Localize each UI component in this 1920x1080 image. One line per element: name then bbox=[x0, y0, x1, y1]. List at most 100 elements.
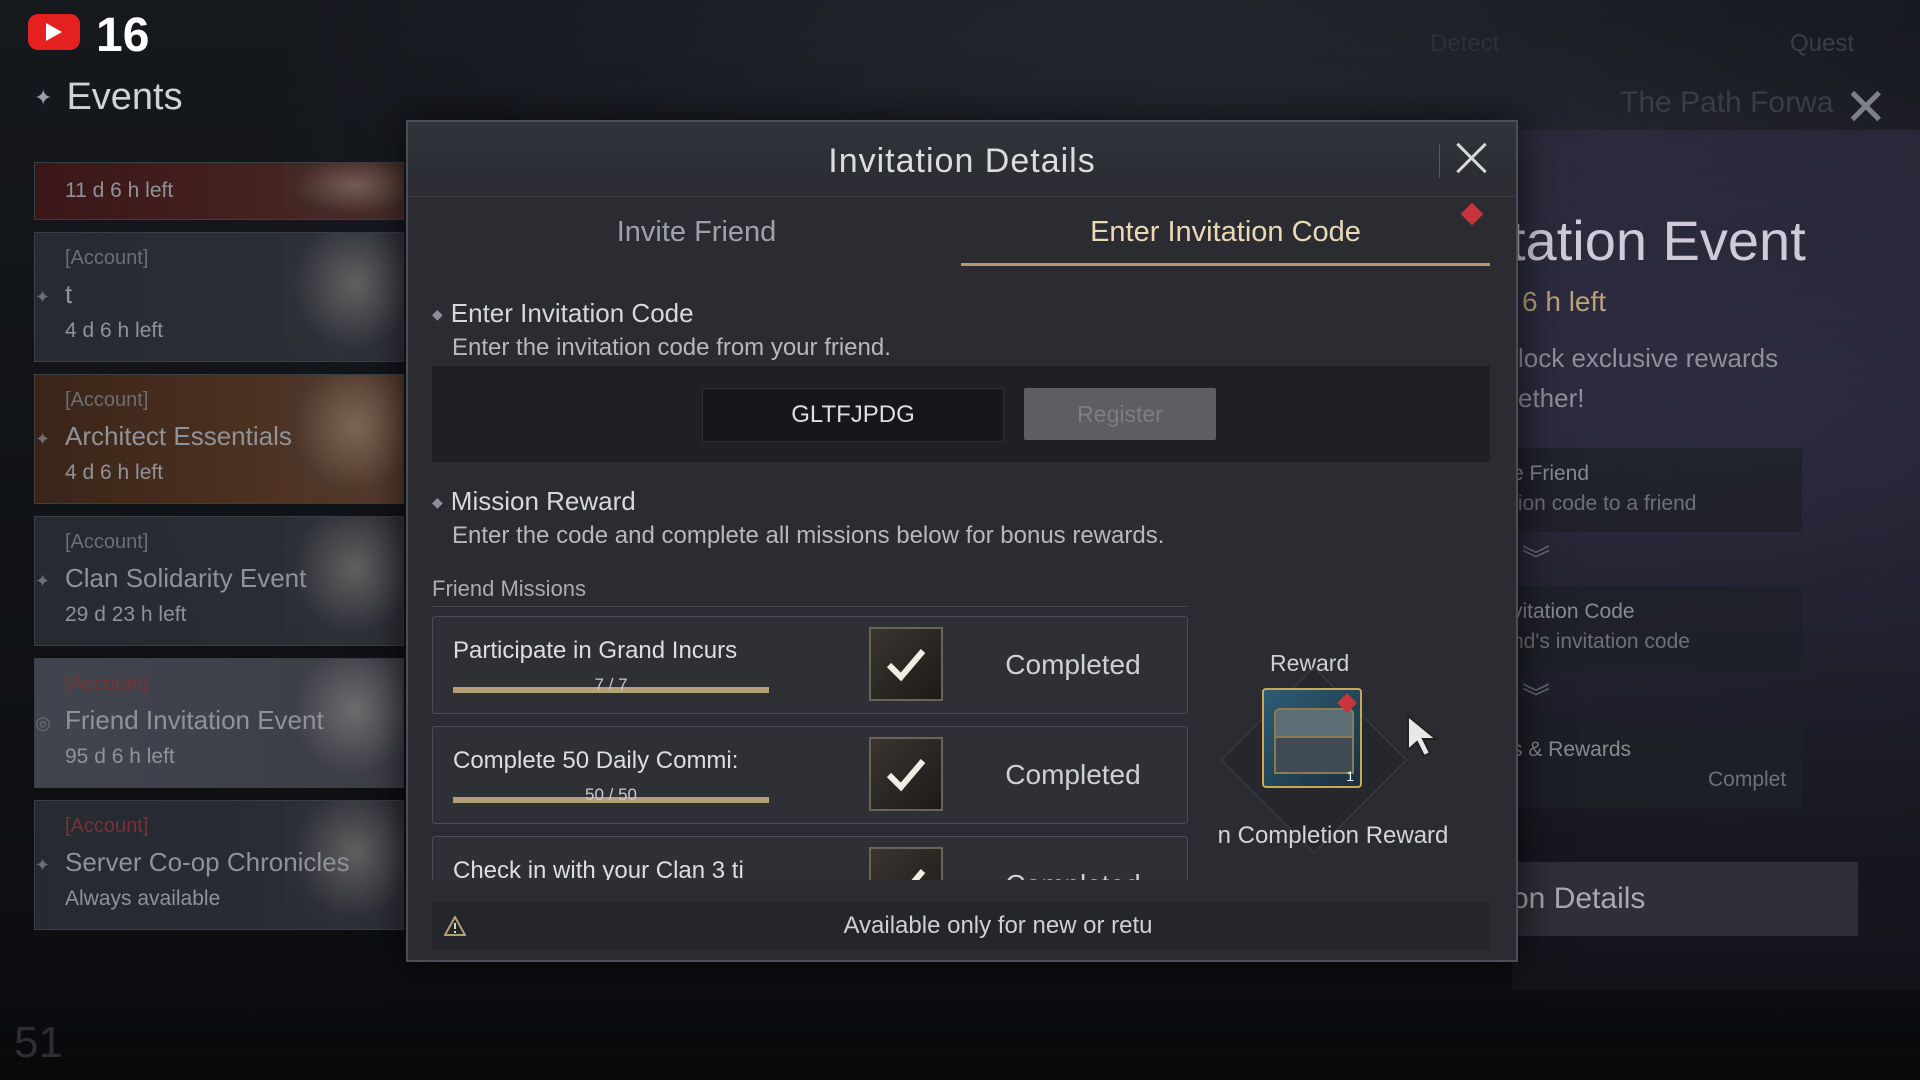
event-card[interactable]: ✦ [Account] Architect Essentials 4 d 6 h… bbox=[34, 374, 404, 504]
mission-status: Completed bbox=[1005, 649, 1141, 680]
mission-progress-text: 50 / 50 bbox=[585, 785, 637, 804]
event-name: Server Co-op Chronicles bbox=[65, 847, 350, 877]
mission-row: Check in with your Clan 3 ti Completed bbox=[432, 836, 1188, 880]
bottom-hud bbox=[0, 990, 1920, 1080]
chest-body bbox=[1274, 736, 1354, 774]
event-name: Clan Solidarity Event bbox=[65, 563, 307, 593]
diamond-bullet-icon: ◆ bbox=[432, 306, 443, 322]
mission-name: Complete 50 Daily Commi: bbox=[453, 747, 739, 774]
mouse-cursor-icon bbox=[1407, 714, 1439, 758]
mission-row: Complete 50 Daily Commi: 50 / 50 Complet… bbox=[432, 726, 1188, 824]
details-button[interactable]: on Details bbox=[1504, 862, 1858, 936]
event-card[interactable]: ✦ [Account] t 4 d 6 h left bbox=[34, 232, 404, 362]
checkmark-icon bbox=[869, 847, 943, 880]
mission-list[interactable]: Participate in Grand Incurs 7 / 7 Comple… bbox=[432, 616, 1188, 880]
step-desc: tion code to a friend bbox=[1512, 492, 1697, 515]
mission-status: Completed bbox=[1005, 759, 1141, 790]
event-card[interactable]: 11 d 6 h left bbox=[34, 162, 404, 220]
event-time: 95 d 6 h left bbox=[65, 745, 175, 768]
diamond-bullet-icon: ◆ bbox=[432, 494, 443, 510]
event-name: t bbox=[65, 279, 73, 309]
friend-missions-label: Friend Missions bbox=[432, 576, 587, 601]
event-card-selected[interactable]: ◎ [Account] Friend Invitation Event 95 d… bbox=[34, 658, 404, 788]
event-card[interactable]: ✦ [Account] Clan Solidarity Event 29 d 2… bbox=[34, 516, 404, 646]
event-portrait bbox=[283, 233, 403, 361]
invitation-code-input[interactable]: GLTFJPDG bbox=[702, 388, 1004, 442]
panel-desc-line: ether! bbox=[1518, 383, 1585, 413]
code-entry-row: GLTFJPDG Register bbox=[432, 366, 1490, 462]
chevron-down-icon: ︾ bbox=[1522, 544, 1551, 575]
close-icon[interactable] bbox=[1450, 136, 1494, 180]
reward-caption: n Completion Reward bbox=[1217, 822, 1449, 849]
hud-detect-label: Detect bbox=[1430, 30, 1500, 57]
tab-invite-friend[interactable]: Invite Friend bbox=[432, 198, 961, 266]
top-hud: 16 Detect Quest bbox=[0, 0, 1920, 72]
panel-path-title: The Path Forwa bbox=[1620, 86, 1834, 119]
divider bbox=[432, 606, 1188, 607]
step-status: Complet bbox=[1708, 768, 1787, 791]
warning-icon bbox=[444, 916, 466, 936]
event-tag: [Account] bbox=[65, 389, 149, 411]
divider bbox=[1439, 144, 1440, 178]
reward-quantity: 1 bbox=[1346, 768, 1354, 784]
events-title: Events bbox=[66, 76, 183, 118]
modal-header: Invitation Details bbox=[408, 122, 1516, 197]
youtube-icon bbox=[28, 14, 80, 50]
event-time: 4 d 6 h left bbox=[65, 319, 164, 342]
enter-code-heading-text: Enter Invitation Code bbox=[450, 298, 694, 328]
tab-enter-invitation-code[interactable]: Enter Invitation Code bbox=[961, 198, 1490, 266]
events-list: 11 d 6 h left ✦ [Account] t 4 d 6 h left… bbox=[34, 162, 404, 942]
treasure-chest-icon[interactable]: 1 bbox=[1262, 688, 1362, 788]
mission-name: Check in with your Clan 3 ti bbox=[453, 857, 744, 880]
mission-row: Participate in Grand Incurs 7 / 7 Comple… bbox=[432, 616, 1188, 714]
event-tag: [Account] bbox=[65, 815, 149, 837]
step-title: e Friend bbox=[1512, 462, 1590, 485]
panel-description: lock exclusive rewards ether! bbox=[1518, 338, 1778, 418]
event-tag: [Account] bbox=[65, 247, 149, 269]
checkmark-icon bbox=[869, 627, 943, 701]
mission-reward-heading-text: Mission Reward bbox=[450, 486, 636, 516]
player-level: 51 bbox=[14, 1018, 63, 1067]
register-button[interactable]: Register bbox=[1024, 388, 1216, 440]
selected-indicator-icon: ◎ bbox=[35, 713, 51, 733]
event-name: Architect Essentials bbox=[65, 421, 292, 451]
step-desc: nd's invitation code bbox=[1512, 630, 1690, 653]
event-tag: [Account] bbox=[65, 531, 149, 553]
mission-status: Completed bbox=[993, 869, 1153, 880]
modal-footer: Available only for new or retu bbox=[432, 902, 1490, 950]
event-time: 29 d 23 h left bbox=[65, 603, 187, 626]
event-time: 4 d 6 h left bbox=[65, 461, 164, 484]
modal-title: Invitation Details bbox=[828, 142, 1096, 180]
step-title: s & Rewards bbox=[1512, 738, 1632, 761]
panel-desc-line: lock exclusive rewards bbox=[1518, 343, 1779, 373]
details-button-label: on Details bbox=[1512, 882, 1646, 915]
mission-name: Participate in Grand Incurs bbox=[453, 637, 738, 664]
viewer-count: 16 bbox=[96, 9, 150, 62]
step-box: e Friend tion code to a friend bbox=[1512, 448, 1802, 532]
plus-icon: ✦ bbox=[35, 287, 51, 307]
panel-close-icon[interactable]: ✕ bbox=[1844, 78, 1888, 138]
event-card[interactable]: ✦ [Account] Server Co-op Chronicles Alwa… bbox=[34, 800, 404, 930]
enter-code-heading: ◆ Enter Invitation Code bbox=[432, 298, 694, 329]
tab-bar: Invite Friend Enter Invitation Code bbox=[432, 198, 1490, 266]
mission-progress-text: 7 / 7 bbox=[594, 675, 628, 694]
event-portrait bbox=[283, 163, 403, 219]
step-title: vitation Code bbox=[1512, 600, 1635, 623]
event-time: Always available bbox=[65, 887, 221, 910]
event-time: 11 d 6 h left bbox=[65, 179, 174, 202]
chevron-down-icon: ︾ bbox=[1522, 682, 1551, 713]
events-heading: ✦ Events bbox=[34, 76, 183, 119]
plus-icon: ✦ bbox=[35, 855, 51, 875]
panel-title: tation Event bbox=[1510, 209, 1806, 272]
plus-icon: ✦ bbox=[35, 571, 51, 591]
event-portrait bbox=[283, 375, 403, 503]
enter-code-desc: Enter the invitation code from your frie… bbox=[452, 334, 891, 361]
panel-time: 6 h left bbox=[1522, 286, 1607, 317]
hud-quest-label[interactable]: Quest bbox=[1790, 30, 1854, 58]
mission-reward-desc: Enter the code and complete all missions… bbox=[452, 522, 1165, 549]
star-icon: ✦ bbox=[34, 84, 53, 110]
footer-notice: Available only for new or retu bbox=[843, 912, 1153, 939]
step-box: vitation Code nd's invitation code bbox=[1512, 586, 1802, 670]
step-box: s & Rewards Complet bbox=[1512, 724, 1802, 808]
invitation-details-modal: Invitation Details Invite Friend Enter I… bbox=[406, 120, 1518, 962]
